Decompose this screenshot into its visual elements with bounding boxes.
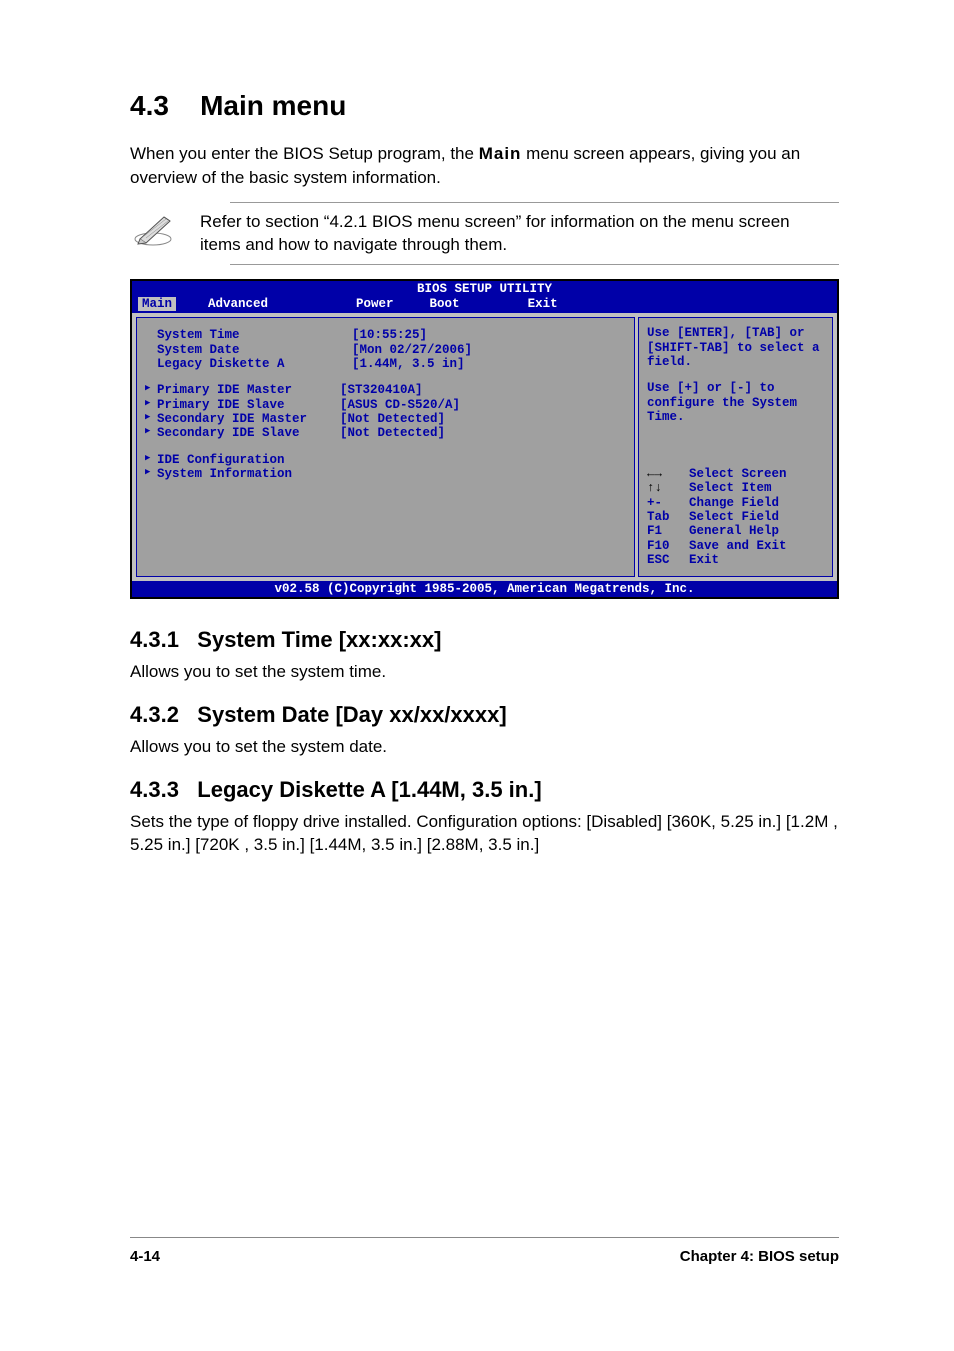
bios-copyright: v02.58 (C)Copyright 1985-2005, American … xyxy=(132,581,837,597)
bios-body: System Time[10:55:25] System Date[Mon 02… xyxy=(132,313,837,580)
bios-item: IDE Configuration xyxy=(145,453,626,467)
intro-paragraph: When you enter the BIOS Setup program, t… xyxy=(130,142,839,190)
bios-item: System Date[Mon 02/27/2006] xyxy=(145,343,626,357)
heading-title: Main menu xyxy=(200,90,346,121)
bios-tab-exit: Exit xyxy=(524,297,562,311)
bios-nav-keys: ←→Select Screen ↑↓Select Item +-Change F… xyxy=(639,461,832,576)
body-432: Allows you to set the system date. xyxy=(130,736,839,759)
bios-tabs: Main Advanced Power Boot Exit xyxy=(132,297,837,313)
bios-item: System Time[10:55:25] xyxy=(145,328,626,342)
nav-row: F10Save and Exit xyxy=(647,539,824,553)
bios-item: Primary IDE Slave[ASUS CD-S520/A] xyxy=(145,398,626,412)
bios-item: Secondary IDE Slave[Not Detected] xyxy=(145,426,626,440)
chapter-label: Chapter 4: BIOS setup xyxy=(680,1248,839,1265)
bios-item: Secondary IDE Master[Not Detected] xyxy=(145,412,626,426)
intro-main: Main xyxy=(479,144,522,163)
heading-main: 4.3 Main menu xyxy=(130,90,839,122)
bios-item: Primary IDE Master[ST320410A] xyxy=(145,383,626,397)
nav-row: ESCExit xyxy=(647,553,824,567)
bios-item: Legacy Diskette A[1.44M, 3.5 in] xyxy=(145,357,626,371)
page-footer: 4-14 Chapter 4: BIOS setup xyxy=(130,1237,839,1265)
nav-row: +-Change Field xyxy=(647,496,824,510)
heading-number: 4.3 xyxy=(130,90,169,121)
bios-tab-advanced: Advanced xyxy=(204,297,272,311)
note-callout: Refer to section “4.2.1 BIOS menu screen… xyxy=(230,202,839,266)
bios-left-panel: System Time[10:55:25] System Date[Mon 02… xyxy=(136,317,635,576)
note-text: Refer to section “4.2.1 BIOS menu screen… xyxy=(200,211,839,257)
intro-part1: When you enter the BIOS Setup program, t… xyxy=(130,144,479,163)
bios-help: Use [ENTER], [TAB] or [SHIFT-TAB] to sel… xyxy=(639,318,832,461)
bios-tab-boot: Boot xyxy=(426,297,464,311)
body-431: Allows you to set the system time. xyxy=(130,661,839,684)
subhead-431: 4.3.1 System Time [xx:xx:xx] xyxy=(130,627,839,653)
nav-row: TabSelect Field xyxy=(647,510,824,524)
bios-title: BIOS SETUP UTILITY xyxy=(132,281,837,296)
page-number: 4-14 xyxy=(130,1248,160,1265)
bios-tab-power: Power xyxy=(352,297,398,311)
body-433: Sets the type of floppy drive installed.… xyxy=(130,811,839,857)
bios-help-1: Use [ENTER], [TAB] or [SHIFT-TAB] to sel… xyxy=(647,326,824,369)
nav-row: ↑↓Select Item xyxy=(647,481,824,495)
nav-row: F1General Help xyxy=(647,524,824,538)
nav-row: ←→Select Screen xyxy=(647,467,824,481)
bios-right-panel: Use [ENTER], [TAB] or [SHIFT-TAB] to sel… xyxy=(638,317,833,576)
note-icon xyxy=(130,211,180,252)
bios-screenshot: BIOS SETUP UTILITY Main Advanced Power B… xyxy=(130,279,839,599)
bios-item: System Information xyxy=(145,467,626,481)
subhead-433: 4.3.3 Legacy Diskette A [1.44M, 3.5 in.] xyxy=(130,777,839,803)
bios-tab-main: Main xyxy=(138,297,176,311)
subhead-432: 4.3.2 System Date [Day xx/xx/xxxx] xyxy=(130,702,839,728)
bios-help-2: Use [+] or [-] to configure the System T… xyxy=(647,381,824,424)
